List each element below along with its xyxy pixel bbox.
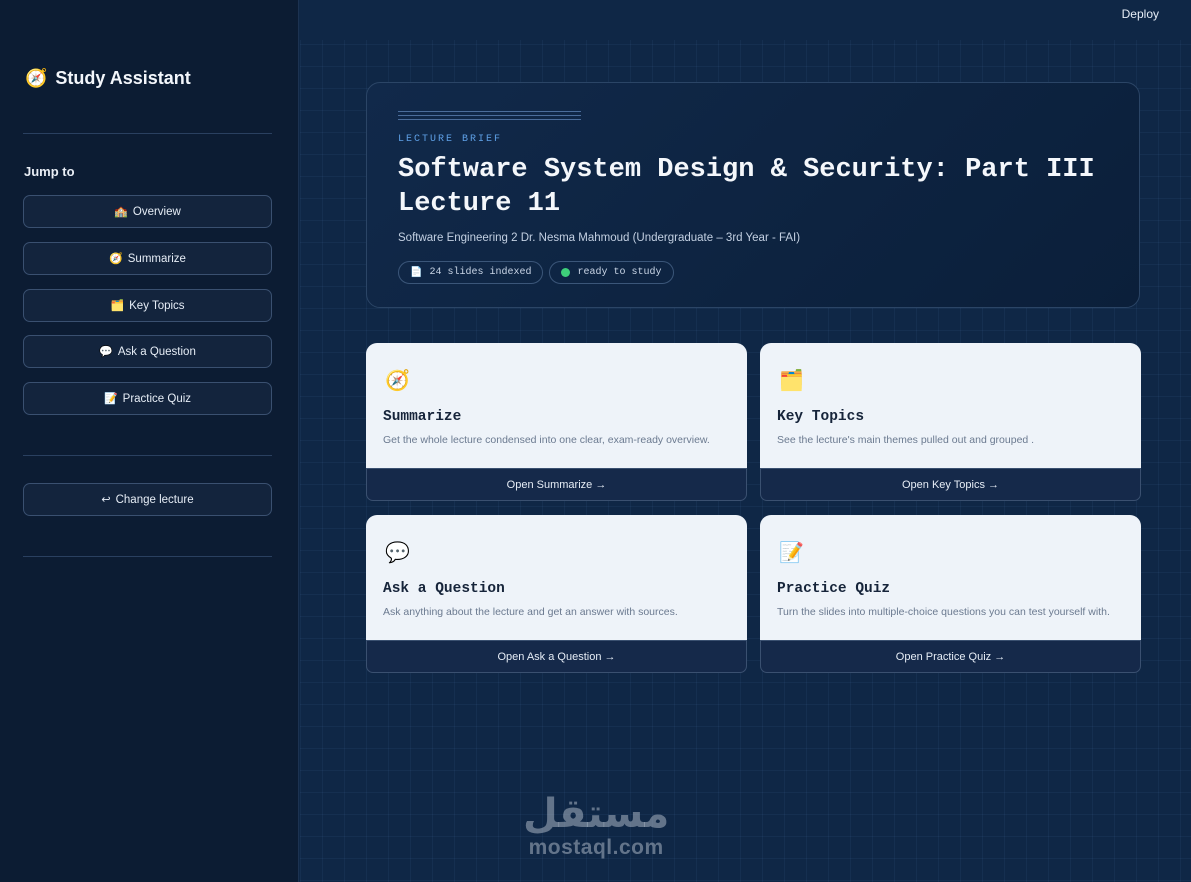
watermark-arabic: مستقل (523, 791, 670, 837)
open-practice-quiz-button[interactable]: Open Practice Quiz → (760, 640, 1141, 673)
slides-count: 24 slides indexed (429, 267, 532, 278)
sidebar-divider (23, 133, 272, 134)
jump-to-label: Jump to (24, 164, 75, 179)
practice-quiz-card: 📝 Practice Quiz Turn the slides into mul… (760, 515, 1141, 641)
watermark-latin: mostaql.com (528, 836, 664, 859)
status-pills: 📄 24 slides indexed ready to study (398, 261, 674, 284)
nav-label: Key Topics (129, 299, 185, 312)
ask-question-card: 💬 Ask a Question Ask anything about the … (366, 515, 747, 641)
open-ask-question-button[interactable]: Open Ask a Question → (366, 640, 747, 673)
card-title: Key Topics (777, 409, 865, 425)
sidebar-divider (23, 556, 272, 557)
card-title: Practice Quiz (777, 581, 891, 597)
change-lecture-button[interactable]: ↩ Change lecture (23, 483, 272, 516)
key-topics-card: 🗂️ Key Topics See the lecture's main the… (760, 343, 1141, 469)
folder-icon: 🗂️ (110, 299, 125, 312)
decorative-lines (398, 111, 581, 123)
card-description: Ask anything about the lecture and get a… (383, 606, 678, 618)
eyebrow-label: LECTURE BRIEF (398, 134, 503, 145)
compass-icon: 🧭 (385, 368, 410, 392)
status-badge: ready to study (549, 261, 674, 284)
lecture-subtitle: Software Engineering 2 Dr. Nesma Mahmoud… (398, 232, 801, 244)
nav-summarize-button[interactable]: 🧭 Summarize (23, 242, 272, 275)
deploy-button[interactable]: Deploy (1122, 7, 1159, 21)
compass-icon: 🧭 (25, 68, 48, 89)
card-title: Summarize (383, 409, 462, 425)
slides-badge: 📄 24 slides indexed (398, 261, 544, 284)
memo-icon: 📝 (103, 392, 118, 405)
open-summarize-button[interactable]: Open Summarize → (366, 468, 747, 501)
nav-ask-question-button[interactable]: 💬 Ask a Question (23, 335, 272, 368)
nav-label: Ask a Question (117, 345, 196, 358)
nav-practice-quiz-button[interactable]: 📝 Practice Quiz (23, 382, 272, 415)
status-dot-icon (561, 268, 571, 277)
brand: 🧭 Study Assistant (25, 68, 191, 89)
folder-icon: 🗂️ (779, 368, 804, 392)
card-description: Get the whole lecture condensed into one… (383, 434, 710, 446)
lecture-brief-card: LECTURE BRIEF Software System Design & S… (366, 82, 1140, 308)
speech-bubble-icon: 💬 (99, 345, 113, 358)
main-content: Deploy LECTURE BRIEF Software System Des… (300, 0, 1191, 882)
school-icon: 🏫 (114, 205, 128, 218)
memo-icon: 📝 (779, 540, 804, 564)
return-arrow-icon: ↩ (101, 493, 111, 506)
sidebar-divider (23, 455, 272, 456)
card-description: See the lecture's main themes pulled out… (777, 434, 1035, 446)
nav-label: Summarize (127, 252, 186, 265)
sidebar: 🧭 Study Assistant Jump to 🏫 Overview 🧭 S… (0, 0, 299, 882)
app-title: Study Assistant (55, 68, 191, 88)
compass-icon: 🧭 (109, 252, 123, 265)
watermark: مستقل mostaql.com (523, 792, 669, 860)
card-title: Ask a Question (383, 581, 505, 597)
summarize-card: 🧭 Summarize Get the whole lecture conden… (366, 343, 747, 469)
nav-overview-button[interactable]: 🏫 Overview (23, 195, 272, 228)
lecture-title: Software System Design & Security: Part … (398, 155, 1095, 219)
change-lecture-label: Change lecture (115, 493, 194, 506)
status-text: ready to study (577, 267, 662, 278)
top-bar: Deploy (300, 0, 1191, 40)
nav-label: Overview (132, 205, 181, 218)
card-description: Turn the slides into multiple-choice que… (777, 606, 1110, 618)
speech-bubble-icon: 💬 (385, 540, 410, 564)
nav-key-topics-button[interactable]: 🗂️ Key Topics (23, 289, 272, 322)
open-key-topics-button[interactable]: Open Key Topics → (760, 468, 1141, 501)
nav-label: Practice Quiz (122, 392, 192, 405)
document-icon: 📄 (410, 267, 423, 278)
